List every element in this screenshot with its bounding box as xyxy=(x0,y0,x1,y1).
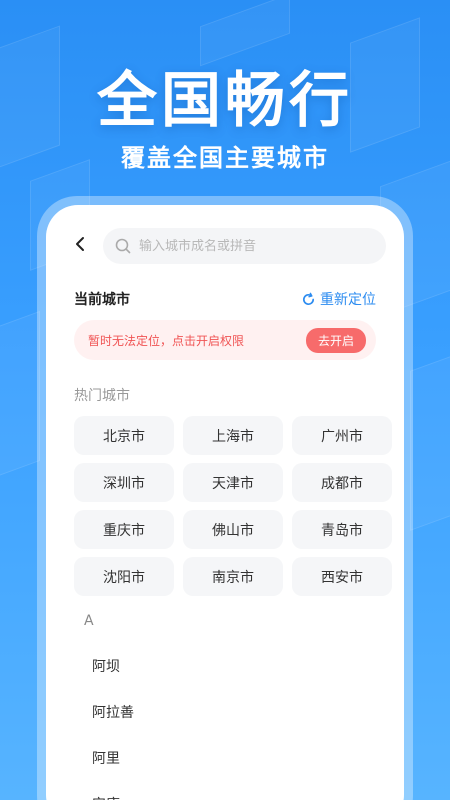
hot-city-chip[interactable]: 重庆市 xyxy=(74,510,174,549)
current-city-title: 当前城市 xyxy=(74,292,130,308)
city-list-item[interactable]: 阿拉善 xyxy=(92,689,134,735)
hot-city-chip[interactable]: 南京市 xyxy=(183,557,283,596)
hot-city-chip[interactable]: 北京市 xyxy=(74,416,174,455)
hot-city-chip[interactable]: 青岛市 xyxy=(292,510,392,549)
hot-cities-title: 热门城市 xyxy=(74,388,130,404)
city-list: 阿坝 阿拉善 阿里 安康 xyxy=(92,643,134,800)
search-input[interactable] xyxy=(139,238,359,254)
relocate-label: 重新定位 xyxy=(320,292,376,308)
refresh-icon xyxy=(302,292,315,305)
hot-city-chip[interactable]: 天津市 xyxy=(183,463,283,502)
enable-permission-button[interactable]: 去开启 xyxy=(305,327,366,353)
index-letter-header: A xyxy=(84,613,94,629)
current-city-header: 当前城市 重新定位 xyxy=(74,289,376,309)
promo-subline: 覆盖全国主要城市 xyxy=(121,144,329,172)
hot-city-chip[interactable]: 西安市 xyxy=(292,557,392,596)
chevron-left-icon xyxy=(76,237,84,251)
permission-banner[interactable]: 暂时无法定位，点击开启权限 去开启 xyxy=(74,320,376,360)
search-box[interactable] xyxy=(103,228,386,264)
back-button[interactable] xyxy=(68,231,92,257)
search-row xyxy=(46,224,404,264)
promo-headline: 全国畅行 xyxy=(97,66,353,136)
hot-city-chip[interactable]: 佛山市 xyxy=(183,510,283,549)
permission-banner-text: 暂时无法定位，点击开启权限 xyxy=(88,333,245,348)
hot-city-chip[interactable]: 上海市 xyxy=(183,416,283,455)
relocate-button[interactable]: 重新定位 xyxy=(301,289,376,309)
city-list-item[interactable]: 阿里 xyxy=(92,735,134,781)
hot-cities-grid: 北京市 上海市 广州市 深圳市 天津市 成都市 重庆市 佛山市 青岛市 沈阳市 … xyxy=(74,416,394,596)
city-list-item[interactable]: 阿坝 xyxy=(92,643,134,689)
hot-city-chip[interactable]: 深圳市 xyxy=(74,463,174,502)
city-picker-screen: 当前城市 重新定位 暂时无法定位，点击开启权限 去开启 热门城市 北京市 上海市… xyxy=(46,205,404,800)
city-list-item[interactable]: 安康 xyxy=(92,781,134,800)
search-icon xyxy=(115,238,131,254)
hot-city-chip[interactable]: 广州市 xyxy=(292,416,392,455)
phone-frame: 当前城市 重新定位 暂时无法定位，点击开启权限 去开启 热门城市 北京市 上海市… xyxy=(37,196,413,800)
hot-city-chip[interactable]: 沈阳市 xyxy=(74,557,174,596)
hot-city-chip[interactable]: 成都市 xyxy=(292,463,392,502)
